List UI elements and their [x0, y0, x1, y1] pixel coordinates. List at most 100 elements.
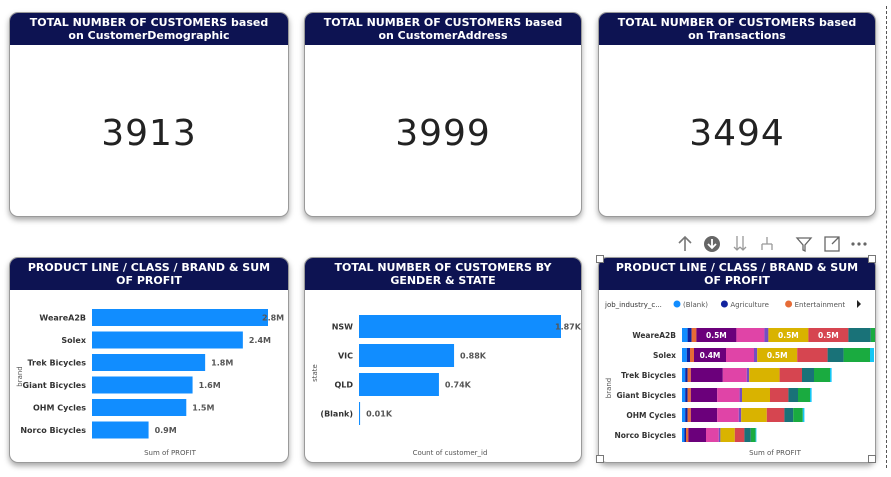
page-boundary-divider: [886, 6, 887, 468]
chevron-right-icon: [857, 300, 861, 308]
chart-title: PRODUCT LINE / CLASS / BRAND & SUM OF PR…: [10, 258, 288, 290]
segment-data-label: 0.5M: [767, 351, 788, 360]
stacked-segment: [779, 368, 802, 382]
kpi-card-title: TOTAL NUMBER OF CUSTOMERS based on Custo…: [10, 13, 288, 45]
stacked-segment: [682, 388, 686, 402]
segment-data-label: 0.5M: [778, 331, 799, 340]
filter-icon[interactable]: [795, 235, 813, 253]
stacked-segment: [686, 428, 689, 442]
chart-card-brand-profit[interactable]: PRODUCT LINE / CLASS / BRAND & SUM OF PR…: [9, 257, 289, 463]
legend-item: Agriculture: [730, 301, 769, 309]
stacked-segment: [843, 348, 870, 362]
legend-item: Entertainment: [795, 301, 846, 309]
legend-title: job_industry_c...: [604, 301, 662, 309]
bar: [92, 354, 206, 371]
y-axis-title: brand: [605, 378, 613, 399]
y-axis-title: state: [311, 364, 319, 382]
chart-title: TOTAL NUMBER OF CUSTOMERS BY GENDER & ST…: [305, 258, 581, 290]
stacked-segment: [784, 408, 794, 422]
chart-title: PRODUCT LINE / CLASS / BRAND & SUM OF PR…: [599, 258, 875, 290]
stacked-segment: [718, 428, 721, 442]
stacked-segment: [690, 388, 718, 402]
stacked-segment: [744, 428, 751, 442]
chart-card-brand-profit-stacked[interactable]: PRODUCT LINE / CLASS / BRAND & SUM OF PR…: [598, 257, 876, 463]
bar-category-label: OHM Cycles: [33, 404, 86, 413]
stacked-segment: [739, 388, 742, 402]
stacked-segment: [691, 328, 697, 342]
arrow-up-icon[interactable]: [676, 235, 694, 253]
stacked-segment: [764, 328, 769, 342]
selection-handle[interactable]: [596, 455, 604, 463]
bar: [92, 331, 243, 349]
stacked-segment: [736, 328, 765, 342]
stacked-segment: [798, 388, 810, 402]
stacked-segment: [770, 388, 789, 402]
stacked-segment: [870, 328, 875, 342]
stacked-segment: [690, 348, 694, 362]
stacked-segment: [814, 368, 830, 382]
kpi-card-title: TOTAL NUMBER OF CUSTOMERS based on Trans…: [599, 13, 875, 45]
stacked-segment: [685, 368, 688, 382]
selection-handle[interactable]: [868, 255, 876, 263]
stacked-segment: [717, 388, 740, 402]
bar-category-label: Trek Bicycles: [27, 359, 86, 368]
stacked-segment: [685, 388, 688, 402]
kpi-card-demographic[interactable]: TOTAL NUMBER OF CUSTOMERS based on Custo…: [9, 12, 289, 217]
stacked-segment: [682, 348, 687, 362]
bar-data-label: 0.01K: [366, 410, 393, 419]
bar-category-label: Giant Bicycles: [23, 381, 87, 390]
bar-data-label: 0.74K: [445, 381, 472, 390]
drill-down-icon[interactable]: [703, 235, 721, 253]
bar-category-label: Giant Bicycles: [616, 391, 676, 400]
stacked-segment: [687, 408, 691, 422]
legend-marker: [785, 300, 793, 308]
stacked-segment: [687, 388, 691, 402]
bar-data-label: 1.8M: [211, 359, 233, 368]
bar-category-label: VIC: [338, 352, 353, 361]
stacked-segment: [750, 428, 756, 442]
segment-data-label: 0.5M: [706, 331, 727, 340]
bar-category-label: WeareA2B: [632, 331, 676, 340]
selection-handle[interactable]: [868, 455, 876, 463]
bar-category-label: QLD: [334, 381, 353, 390]
hierarchy-icon[interactable]: [758, 235, 776, 253]
bar-category-label: OHM Cycles: [626, 411, 676, 420]
bar: [92, 399, 187, 416]
stacked-segment: [802, 368, 814, 382]
bar-category-label: NSW: [332, 323, 353, 332]
chart-card-gender-state[interactable]: TOTAL NUMBER OF CUSTOMERS BY GENDER & ST…: [304, 257, 582, 463]
kpi-card-title: TOTAL NUMBER OF CUSTOMERS based on Custo…: [305, 13, 581, 45]
bar: [92, 309, 268, 326]
expand-all-icon[interactable]: [731, 235, 749, 253]
kpi-card-transactions[interactable]: TOTAL NUMBER OF CUSTOMERS based on Trans…: [598, 12, 876, 217]
bar-category-label: Trek Bicycles: [621, 371, 676, 380]
segment-data-label: 0.4M: [700, 351, 721, 360]
legend-marker: [673, 300, 681, 308]
bar: [92, 421, 149, 439]
stacked-segment: [682, 408, 686, 422]
bar-data-label: 1.6M: [199, 381, 221, 390]
bar-category-label: Norco Bicycles: [20, 426, 86, 435]
stacked-segment: [682, 428, 685, 442]
selection-handle[interactable]: [596, 255, 604, 263]
stacked-segment: [746, 368, 750, 382]
y-axis-title: brand: [16, 366, 24, 387]
legend-marker: [720, 300, 728, 308]
stacked-segment: [687, 328, 692, 342]
stacked-segment: [742, 388, 770, 402]
stacked-segment: [722, 368, 747, 382]
stacked-segment: [720, 428, 735, 442]
more-options-icon[interactable]: [850, 235, 868, 253]
stacked-segment: [688, 428, 706, 442]
stacked-segment: [830, 368, 832, 382]
stacked-segment: [738, 408, 742, 422]
bar-data-label: 1.87K: [555, 323, 581, 332]
focus-mode-icon[interactable]: [823, 235, 841, 253]
stacked-segment: [734, 428, 745, 442]
stacked-segment: [766, 408, 785, 422]
bar: [359, 344, 455, 367]
stacked-segment: [686, 348, 690, 362]
x-axis-title: Sum of PROFIT: [144, 449, 197, 457]
segment-data-label: 0.5M: [818, 331, 839, 340]
kpi-card-address[interactable]: TOTAL NUMBER OF CUSTOMERS based on Custo…: [304, 12, 582, 217]
